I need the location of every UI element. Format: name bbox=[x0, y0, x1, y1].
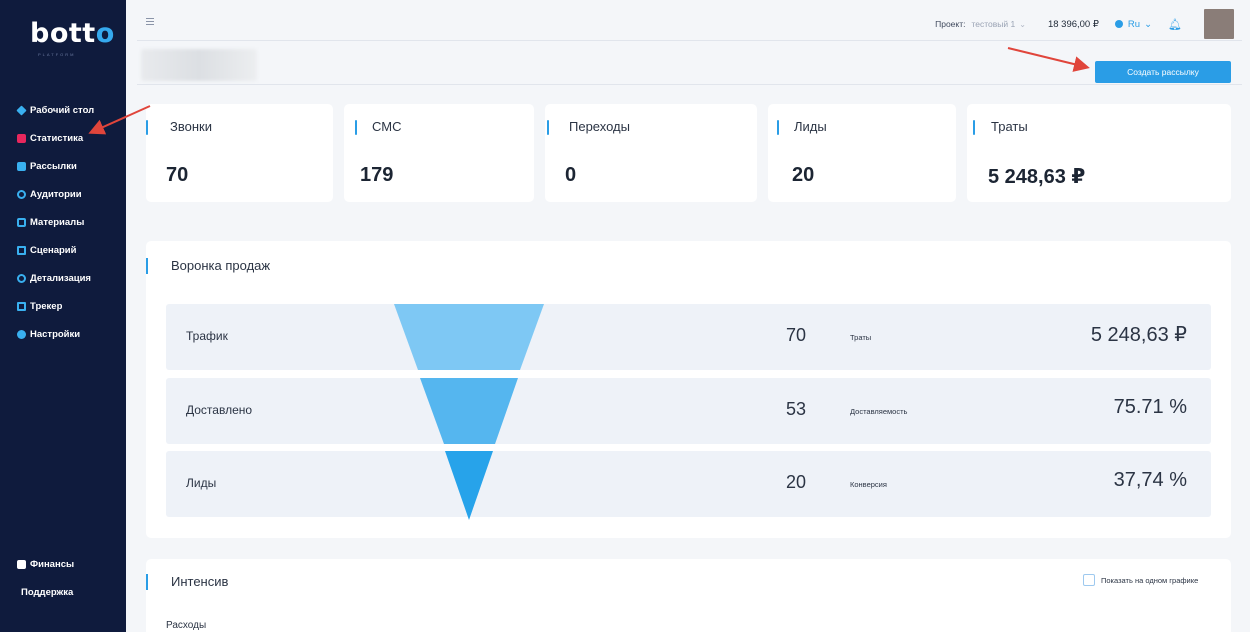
sidebar-item-settings[interactable]: Настройки bbox=[17, 320, 94, 348]
stat-value: 70 bbox=[166, 164, 189, 186]
menu-icon[interactable] bbox=[146, 18, 154, 27]
users-icon bbox=[17, 189, 26, 199]
stat-card-spend: Траты 5 248,63 ₽ bbox=[967, 104, 1231, 202]
funnel-row-metric: Доставляемость bbox=[850, 407, 908, 416]
scenario-icon bbox=[17, 245, 26, 255]
wallet-icon bbox=[17, 559, 26, 569]
stat-card-clicks: Переходы 0 bbox=[545, 104, 757, 202]
stat-value: 5 248,63 ₽ bbox=[988, 166, 1086, 188]
bell-icon[interactable]: 🔔︎ bbox=[1168, 18, 1182, 31]
panel-accent bbox=[146, 574, 148, 590]
project-select[interactable]: тестовый 1 bbox=[971, 19, 1015, 29]
sidebar-item-label: Детализация bbox=[30, 272, 91, 284]
sidebar-item-label: Аудитории bbox=[30, 188, 82, 200]
sidebar-item-scenario[interactable]: Сценарий bbox=[17, 236, 94, 264]
sidebar-nav: Рабочий стол Статистика Рассылки Аудитор… bbox=[16, 96, 95, 348]
stat-label: Лиды bbox=[794, 119, 827, 134]
sales-funnel-panel: Воронка продаж Трафик 70 Траты 5 248,63 … bbox=[146, 241, 1231, 538]
gear-icon bbox=[17, 329, 26, 339]
sidebar-item-dashboard[interactable]: Рабочий стол bbox=[16, 96, 95, 124]
sidebar-item-label: Поддержка bbox=[21, 586, 74, 598]
divider bbox=[137, 40, 1242, 41]
funnel-row-metric-value: 37,74 % bbox=[1113, 469, 1187, 491]
sidebar-item-label: Материалы bbox=[30, 216, 85, 228]
sidebar-item-label: Сценарий bbox=[30, 244, 77, 256]
funnel-row-leads: Лиды 20 Конверсия 37,74 % bbox=[166, 451, 1211, 517]
sidebar-item-label: Финансы bbox=[30, 558, 75, 570]
layers-icon bbox=[16, 104, 27, 116]
stat-accent bbox=[355, 120, 357, 135]
sidebar-item-label: Рабочий стол bbox=[30, 104, 95, 116]
chevron-down-icon: ⌄ bbox=[1144, 18, 1153, 30]
topbar: Проект: тестовый 1 ⌄ 18 396,00 ₽ Ru ⌄ 🔔︎ bbox=[137, 6, 1242, 40]
sidebar-item-label: Статистика bbox=[30, 132, 84, 144]
topbar-right: Проект: тестовый 1 ⌄ 18 396,00 ₽ Ru ⌄ 🔔︎ bbox=[935, 9, 1234, 39]
folder-icon bbox=[17, 217, 26, 227]
funnel-row-metric-value: 75.71 % bbox=[1113, 396, 1187, 418]
stat-value: 179 bbox=[360, 164, 394, 186]
panel-title: Воронка продаж bbox=[171, 258, 271, 273]
funnel-row-metric: Траты bbox=[850, 333, 872, 342]
sidebar-item-finance[interactable]: Финансы bbox=[17, 550, 74, 578]
funnel-row-count: 20 bbox=[786, 472, 807, 492]
stat-label: Звонки bbox=[170, 119, 212, 134]
phone-icon bbox=[17, 273, 26, 283]
panel-title: Интенсив bbox=[171, 574, 229, 589]
sidebar-item-tracker[interactable]: Трекер bbox=[17, 292, 94, 320]
balance: 18 396,00 ₽ bbox=[1047, 18, 1099, 30]
stat-label: СМС bbox=[372, 119, 402, 134]
sidebar-item-materials[interactable]: Материалы bbox=[17, 208, 94, 236]
stat-card-calls: Звонки 70 bbox=[146, 104, 333, 202]
funnel-row-metric: Конверсия bbox=[850, 480, 887, 489]
logo[interactable]: botto bbox=[30, 18, 115, 49]
avatar[interactable] bbox=[1204, 9, 1234, 39]
page-title-redacted bbox=[141, 49, 257, 81]
monitor-icon bbox=[17, 301, 26, 311]
logo-subtitle: PLATFORM bbox=[38, 52, 76, 57]
stat-label: Траты bbox=[991, 119, 1028, 134]
stat-value: 20 bbox=[792, 164, 815, 186]
language-label: Ru bbox=[1127, 18, 1141, 30]
arrow-to-create-button bbox=[1007, 47, 1090, 72]
intensive-panel: Интенсив Показать на одном графике Расхо… bbox=[146, 559, 1231, 632]
funnel-row-delivered: Доставлено 53 Доставляемость 75.71 % bbox=[166, 378, 1211, 444]
chevron-down-icon[interactable]: ⌄ bbox=[1019, 20, 1026, 29]
sidebar-bottom: Финансы Поддержка bbox=[17, 550, 74, 606]
stat-accent bbox=[146, 120, 148, 135]
sidebar-item-label: Рассылки bbox=[30, 160, 77, 172]
sidebar-item-support[interactable]: Поддержка bbox=[17, 578, 74, 606]
stat-value: 0 bbox=[565, 164, 577, 186]
sidebar-item-mailings[interactable]: Рассылки bbox=[17, 152, 94, 180]
language-select[interactable]: Ru ⌄ bbox=[1114, 18, 1153, 30]
funnel-row-metric-value: 5 248,63 ₽ bbox=[1090, 324, 1187, 346]
divider bbox=[137, 84, 1242, 85]
funnel-row-count: 53 bbox=[786, 399, 807, 419]
stat-accent bbox=[547, 120, 549, 135]
stat-label: Переходы bbox=[569, 119, 630, 134]
sidebar-item-label: Настройки bbox=[30, 328, 81, 340]
project-label: Проект: bbox=[935, 19, 966, 29]
mail-icon bbox=[17, 161, 26, 171]
sidebar-item-label: Трекер bbox=[30, 300, 63, 312]
stat-accent bbox=[777, 120, 779, 135]
stat-card-sms: СМС 179 bbox=[344, 104, 534, 202]
sidebar: botto PLATFORM Рабочий стол Статистика Р… bbox=[0, 0, 126, 632]
funnel-row-label: Лиды bbox=[186, 476, 217, 490]
create-mailing-button[interactable]: Создать рассылку bbox=[1095, 61, 1231, 83]
globe-icon bbox=[1114, 20, 1123, 28]
single-chart-checkbox-label[interactable]: Показать на одном графике bbox=[1101, 576, 1198, 585]
stat-card-leads: Лиды 20 bbox=[768, 104, 956, 202]
sidebar-item-audiences[interactable]: Аудитории bbox=[17, 180, 94, 208]
funnel-row-count: 70 bbox=[786, 325, 807, 345]
chart-icon bbox=[17, 133, 26, 143]
sidebar-item-statistics[interactable]: Статистика bbox=[17, 124, 94, 152]
stat-accent bbox=[973, 120, 975, 135]
single-chart-checkbox[interactable] bbox=[1083, 574, 1095, 586]
panel-accent bbox=[146, 258, 148, 274]
sidebar-item-details[interactable]: Детализация bbox=[17, 264, 94, 292]
funnel-row-traffic: Трафик 70 Траты 5 248,63 ₽ bbox=[166, 304, 1211, 370]
funnel-row-label: Трафик bbox=[186, 329, 228, 343]
costs-label: Расходы bbox=[166, 620, 207, 631]
funnel-row-label: Доставлено bbox=[186, 403, 253, 417]
